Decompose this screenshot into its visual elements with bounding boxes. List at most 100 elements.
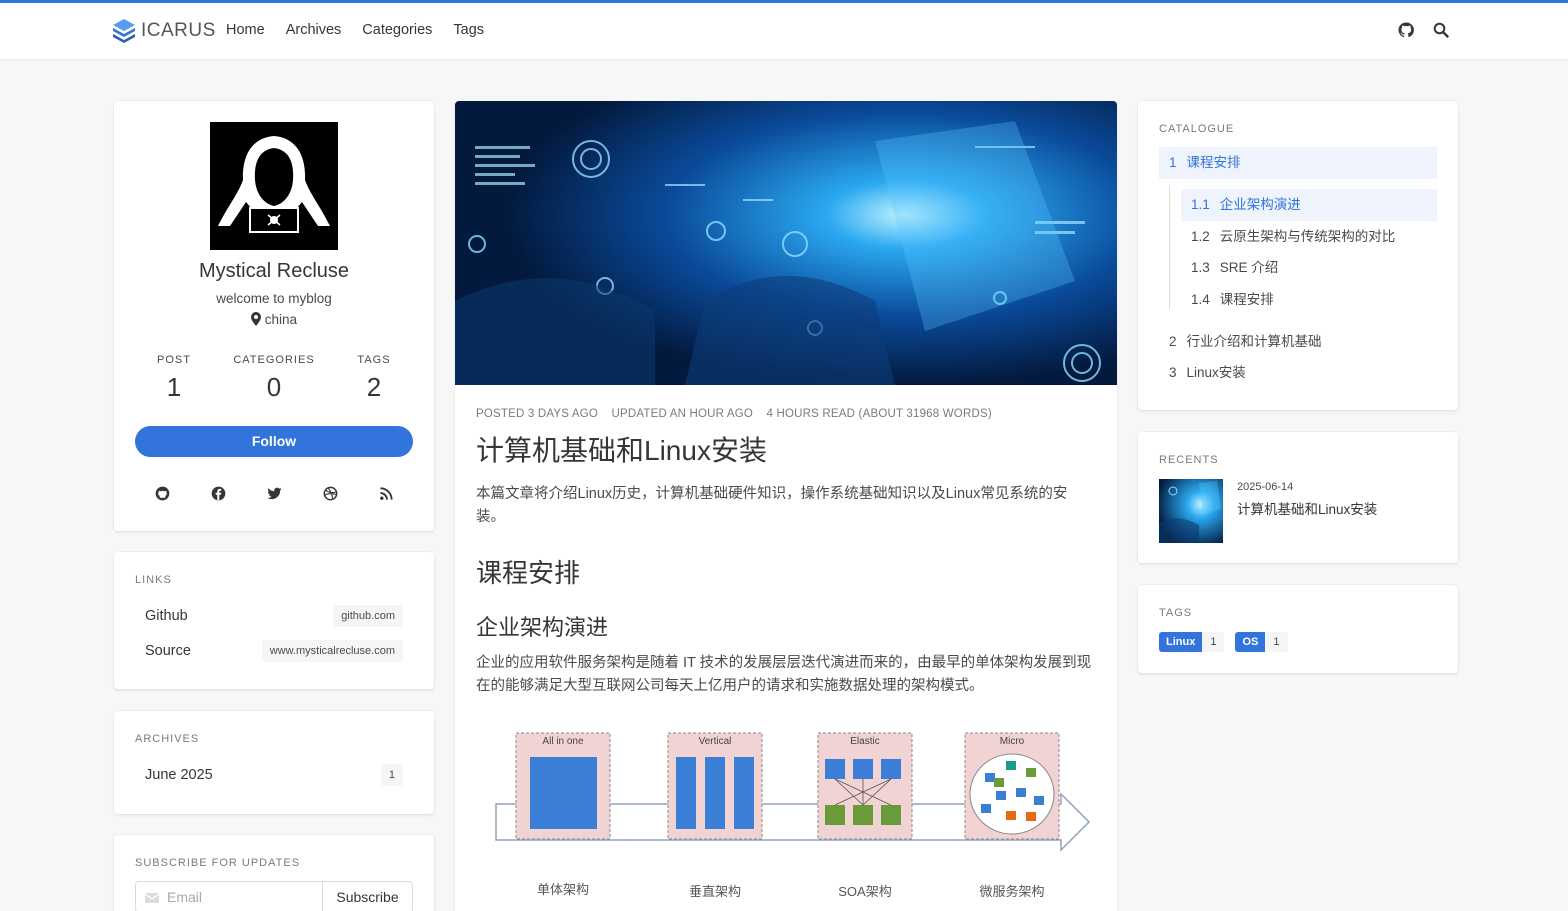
profile-name: Mystical Recluse xyxy=(198,260,350,282)
nav-tags[interactable]: Tags xyxy=(453,22,484,38)
link-item[interactable]: Source www.mysticalrecluse.com xyxy=(145,639,403,663)
stat-categories-label: CATEGORIES xyxy=(233,354,315,366)
profile-tagline: welcome to myblog xyxy=(216,291,332,306)
brand-link[interactable]: ICARUS xyxy=(113,19,216,43)
article-meta: POSTED 3 DAYS AGO UPDATED AN HOUR AGO 4 … xyxy=(476,408,1002,420)
nav-categories[interactable]: Categories xyxy=(362,22,432,38)
toc-item-1-4[interactable]: 1.4 课程安排 xyxy=(1181,284,1437,316)
toc-label: 行业介绍和计算机基础 xyxy=(1186,334,1322,349)
search-icon[interactable] xyxy=(1433,22,1449,38)
navbar-actions xyxy=(1398,22,1468,38)
recent-post-thumbnail[interactable] xyxy=(1159,479,1223,543)
links-card: LINKS Github github.com Source www.mysti… xyxy=(114,552,434,689)
toc-number: 1.1 xyxy=(1191,197,1210,212)
recents-title: RECENTS xyxy=(1159,454,1219,466)
envelope-icon xyxy=(145,893,159,903)
toc-label: Linux安装 xyxy=(1186,365,1246,380)
tag-count: 1 xyxy=(1265,632,1288,652)
tag-os[interactable]: OS 1 xyxy=(1235,632,1288,652)
toc-number: 1.3 xyxy=(1191,260,1210,275)
recent-post-title[interactable]: 计算机基础和Linux安装 xyxy=(1237,498,1377,518)
follow-button[interactable]: Follow xyxy=(135,426,413,457)
facebook-icon[interactable] xyxy=(211,486,226,501)
link-url: github.com xyxy=(333,605,403,627)
stat-tags-label: TAGS xyxy=(357,354,391,366)
github-icon[interactable] xyxy=(155,486,170,501)
diagram-box-label: Vertical xyxy=(698,736,732,747)
tag-name: Linux xyxy=(1159,632,1203,652)
toc-item-1-3[interactable]: 1.3 SRE 介绍 xyxy=(1181,252,1437,284)
link-item[interactable]: Github github.com xyxy=(145,604,403,628)
archives-title: ARCHIVES xyxy=(135,733,200,745)
toc-label: 云原生架构与传统架构的对比 xyxy=(1219,229,1396,244)
subscribe-title: SUBSCRIBE FOR UPDATES xyxy=(135,857,301,869)
article-card: POSTED 3 DAYS AGO UPDATED AN HOUR AGO 4 … xyxy=(455,101,1117,911)
rss-icon[interactable] xyxy=(379,486,394,501)
toc-item-1[interactable]: 1 课程安排 xyxy=(1159,147,1437,179)
email-field[interactable]: Email xyxy=(135,881,323,911)
github-icon[interactable] xyxy=(1398,22,1414,38)
social-links xyxy=(155,486,435,501)
toc-item-1-1[interactable]: 1.1 企业架构演进 xyxy=(1181,189,1437,221)
stat-tags[interactable]: TAGS 2 xyxy=(319,354,429,403)
toc-number: 3 xyxy=(1169,365,1177,380)
main-nav: Home Archives Categories Tags xyxy=(226,22,505,38)
diagram-box-label: All in one xyxy=(542,736,584,747)
toc-item-1-2[interactable]: 1.2 云原生架构与传统架构的对比 xyxy=(1181,221,1437,253)
diagram-box-label: Micro xyxy=(999,736,1025,747)
dribbble-icon[interactable] xyxy=(323,486,338,501)
stat-categories[interactable]: CATEGORIES 0 xyxy=(219,354,329,403)
toc-label: SRE 介绍 xyxy=(1219,260,1279,275)
link-name: Source xyxy=(145,643,191,659)
meta-updated: UPDATED AN HOUR AGO xyxy=(611,408,754,420)
article-paragraph: 企业的应用软件服务架构是随着 IT 技术的发展层层迭代演进而来的，由最早的单体架… xyxy=(476,655,1092,694)
toc-label: 课程安排 xyxy=(1219,292,1274,307)
stat-tags-value: 2 xyxy=(366,372,382,402)
toc-label: 课程安排 xyxy=(1186,155,1241,170)
archive-item[interactable]: June 2025 1 xyxy=(145,763,403,787)
recents-card: RECENTS 2025-06-14 计算机基础和Linux安装 xyxy=(1138,432,1458,563)
nav-archives[interactable]: Archives xyxy=(286,22,342,38)
nav-home[interactable]: Home xyxy=(226,22,265,38)
toc-number: 2 xyxy=(1169,334,1177,349)
stat-posts[interactable]: POST 1 xyxy=(119,354,229,403)
architecture-diagram: All in one Vertical Elastic Micro 单体架构 垂… xyxy=(476,716,1096,911)
profile-card: Mystical Recluse welcome to myblog china… xyxy=(114,101,434,531)
section-heading: 课程安排 xyxy=(476,558,581,588)
tags-title: TAGS xyxy=(1159,607,1193,619)
tag-name: OS xyxy=(1235,632,1266,652)
archive-month: June 2025 xyxy=(145,767,213,783)
stat-posts-value: 1 xyxy=(166,372,182,402)
map-marker-icon xyxy=(250,312,261,326)
link-name: Github xyxy=(145,608,188,624)
toc-indent-line xyxy=(1169,185,1170,309)
diagram-caption: 单体架构 xyxy=(536,882,589,897)
toc-number: 1.2 xyxy=(1191,229,1210,244)
toc-label: 企业架构演进 xyxy=(1219,197,1301,212)
navbar: ICARUS Home Archives Categories Tags xyxy=(0,0,1568,59)
article-cover-image[interactable] xyxy=(455,101,1117,385)
toc-number: 1 xyxy=(1169,155,1177,170)
avatar xyxy=(210,122,338,250)
toc-item-3[interactable]: 3 Linux安装 xyxy=(1159,357,1437,389)
archive-count: 1 xyxy=(380,764,403,786)
diagram-caption: SOA架构 xyxy=(838,884,892,899)
article-title[interactable]: 计算机基础和Linux安装 xyxy=(476,429,767,469)
profile-location: china xyxy=(114,312,434,327)
toc-item-2[interactable]: 2 行业介绍和计算机基础 xyxy=(1159,326,1437,358)
subscribe-button[interactable]: Subscribe xyxy=(322,881,413,911)
tag-linux[interactable]: Linux 1 xyxy=(1159,632,1225,652)
stat-posts-label: POST xyxy=(157,354,191,366)
meta-reading-time: 4 HOURS READ (ABOUT 31968 WORDS) xyxy=(766,408,992,420)
link-url: www.mysticalrecluse.com xyxy=(261,640,403,662)
links-title: LINKS xyxy=(135,574,172,586)
twitter-icon[interactable] xyxy=(267,486,282,501)
meta-posted: POSTED 3 DAYS AGO xyxy=(476,408,599,420)
article-intro: 本篇文章将介绍Linux历史，计算机基础硬件知识，操作系统基础知识以及Linux… xyxy=(476,486,1068,525)
email-placeholder: Email xyxy=(167,889,203,905)
subsection-heading: 企业架构演进 xyxy=(476,615,609,640)
catalogue-title: CATALOGUE xyxy=(1159,123,1235,135)
tag-count: 1 xyxy=(1202,632,1225,652)
subscribe-card: SUBSCRIBE FOR UPDATES Email Subscribe xyxy=(114,835,434,911)
location-text: china xyxy=(264,312,298,327)
